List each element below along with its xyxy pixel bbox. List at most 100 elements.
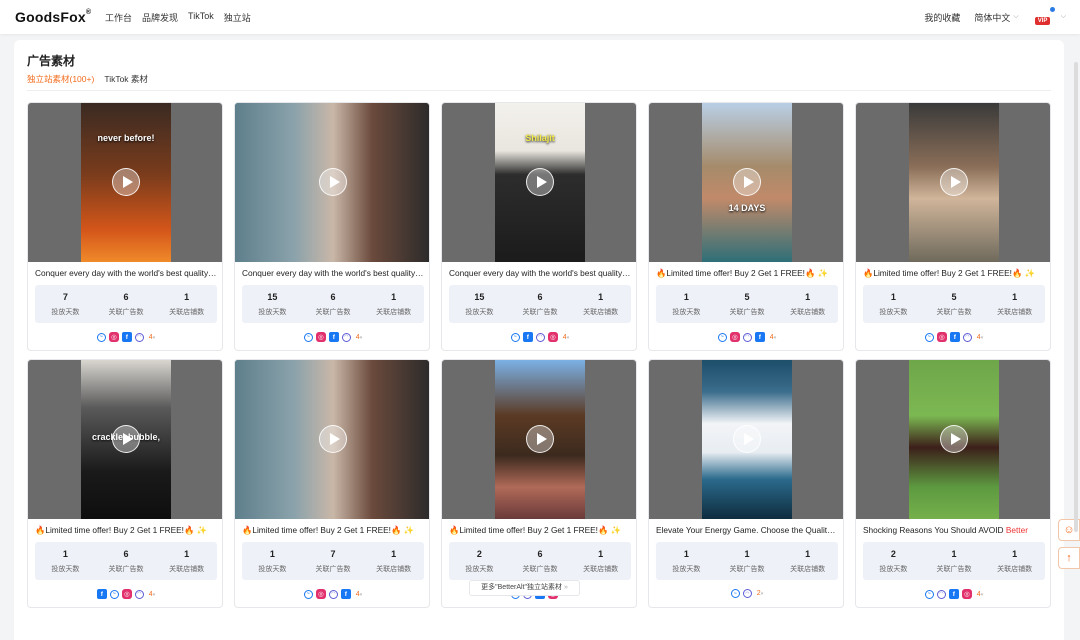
card-title[interactable]: Elevate Your Energy Game. Choose the Qua… xyxy=(656,525,839,535)
card-title[interactable]: 🔥Limited time offer! Buy 2 Get 1 FREE!🔥 … xyxy=(863,268,1046,279)
platform-count[interactable]: 4▾ xyxy=(977,334,983,341)
platform-count[interactable]: 4▾ xyxy=(356,334,362,341)
tab-independent-site-materials[interactable]: 独立站素材(100+) xyxy=(27,73,95,91)
play-icon[interactable] xyxy=(526,168,554,196)
account-chevron-down-icon[interactable]: ⌵ xyxy=(1061,13,1066,21)
chevron-down-icon: ▾ xyxy=(773,334,777,341)
nav-workbench[interactable]: 工作台 xyxy=(105,11,132,24)
stat-shops: 1 关联店铺数 xyxy=(156,285,217,323)
nav-brand-discovery[interactable]: 品牌发现 xyxy=(142,11,178,24)
more-materials-button[interactable]: 更多"BetterAlt"独立站素材 » xyxy=(469,580,580,596)
stat-days-value: 2 xyxy=(890,549,896,559)
play-icon[interactable] xyxy=(526,425,554,453)
card-title[interactable]: 🔥Limited time offer! Buy 2 Get 1 FREE!🔥 … xyxy=(656,268,839,279)
video-thumbnail[interactable] xyxy=(856,360,1050,519)
card-title[interactable]: Conquer every day with the world's best … xyxy=(242,268,425,278)
stat-ads: 6 关联广告数 xyxy=(96,285,157,323)
audience-icon: ◠ xyxy=(742,589,752,598)
ad-card[interactable]: Conquer every day with the world's best … xyxy=(234,102,430,351)
platform-count[interactable]: 4▾ xyxy=(977,591,983,598)
goodsfox-logo[interactable]: GoodsFox® xyxy=(15,9,91,25)
favorites-link[interactable]: 我的收藏 xyxy=(924,11,960,24)
card-title-text: Conquer every day with the world's best … xyxy=(242,268,425,278)
play-icon[interactable] xyxy=(319,425,347,453)
play-icon[interactable] xyxy=(112,425,140,453)
avatar[interactable]: VIP xyxy=(1034,7,1057,25)
stat-shops: 1 关联店铺数 xyxy=(984,285,1045,323)
ad-card[interactable]: crackle, bubble, 🔥Limited time offer! Bu… xyxy=(27,359,223,608)
video-thumbnail[interactable]: Shilajit xyxy=(442,103,636,262)
video-thumbnail[interactable]: crackle, bubble, xyxy=(28,360,222,519)
double-chevron-right-icon: » xyxy=(563,584,568,591)
ad-card[interactable]: 🔥Limited time offer! Buy 2 Get 1 FREE!🔥 … xyxy=(234,359,430,608)
card-title[interactable]: 🔥Limited time offer! Buy 2 Get 1 FREE!🔥 … xyxy=(35,525,218,536)
stat-ads-label: 关联广告数 xyxy=(522,566,558,573)
language-selector[interactable]: 简体中文 ⌵ xyxy=(974,11,1018,24)
video-thumbnail[interactable]: never before! xyxy=(28,103,222,262)
ad-card[interactable]: Shocking Reasons You Should AVOID Better… xyxy=(855,359,1051,608)
video-thumbnail[interactable] xyxy=(442,360,636,519)
card-title[interactable]: Shocking Reasons You Should AVOID Better xyxy=(863,525,1046,535)
ad-card[interactable]: Shilajit Conquer every day with the worl… xyxy=(441,102,637,351)
back-to-top-icon[interactable]: ↑ xyxy=(1058,547,1080,569)
video-thumbnail[interactable] xyxy=(235,360,429,519)
chevron-down-icon: ▾ xyxy=(152,591,156,598)
page-scrollbar[interactable] xyxy=(1074,62,1078,532)
platform-icons: ~ f ◠ ◎ 4▾ xyxy=(442,332,636,342)
card-title-text: 🔥Limited time offer! Buy 2 Get 1 FREE!🔥 … xyxy=(863,268,1035,278)
audience-icon: ◠ xyxy=(936,589,946,599)
play-icon[interactable] xyxy=(112,168,140,196)
platform-count[interactable]: 2▾ xyxy=(757,590,763,597)
card-title-text: 🔥Limited time offer! Buy 2 Get 1 FREE!🔥 … xyxy=(656,268,828,278)
platform-count[interactable]: 4▾ xyxy=(770,334,776,341)
stat-days-label: 投放天数 xyxy=(879,566,908,573)
audience-icon: ◠ xyxy=(341,332,351,342)
play-icon[interactable] xyxy=(319,168,347,196)
chevron-down-icon: ▾ xyxy=(980,334,984,341)
stat-shops-value: 1 xyxy=(1012,549,1018,559)
stat-days-label: 投放天数 xyxy=(465,309,494,316)
platform-count[interactable]: 4▾ xyxy=(563,334,569,341)
nav-independent-site[interactable]: 独立站 xyxy=(224,11,251,24)
card-title-text: 🔥Limited time offer! Buy 2 Get 1 FREE!🔥 … xyxy=(242,525,414,535)
ad-card[interactable]: never before! Conquer every day with the… xyxy=(27,102,223,351)
stat-ads-label: 关联广告数 xyxy=(108,566,144,573)
ad-card[interactable]: 🔥Limited time offer! Buy 2 Get 1 FREE!🔥 … xyxy=(441,359,637,608)
chevron-down-icon: ▾ xyxy=(980,591,984,598)
card-title[interactable]: Conquer every day with the world's best … xyxy=(449,268,632,278)
ad-card[interactable]: 14 DAYS 🔥Limited time offer! Buy 2 Get 1… xyxy=(648,102,844,351)
video-thumbnail[interactable]: 14 DAYS xyxy=(649,103,843,262)
video-thumbnail[interactable] xyxy=(649,360,843,519)
notification-dot xyxy=(1049,7,1055,12)
card-title[interactable]: 🔥Limited time offer! Buy 2 Get 1 FREE!🔥 … xyxy=(449,525,632,536)
tab-tiktok-materials[interactable]: TikTok 素材 xyxy=(104,73,148,91)
play-icon[interactable] xyxy=(940,425,968,453)
platform-count[interactable]: 4▾ xyxy=(149,591,155,598)
platform-icons: ~ ◎ ◠ f 4▾ xyxy=(235,589,429,599)
ad-card[interactable]: 🔥Limited time offer! Buy 2 Get 1 FREE!🔥 … xyxy=(855,102,1051,351)
card-stats: 2 投放天数 6 关联广告数 1 关联店铺数 xyxy=(449,542,631,580)
chevron-down-icon: ▾ xyxy=(359,591,363,598)
stat-days: 15 投放天数 xyxy=(242,285,303,323)
stat-ads-value: 7 xyxy=(330,549,336,559)
stat-ads-label: 关联广告数 xyxy=(522,309,558,316)
platform-count[interactable]: 4▾ xyxy=(356,591,362,598)
play-icon[interactable] xyxy=(733,425,761,453)
play-icon[interactable] xyxy=(733,168,761,196)
thumbnail-caption: Shilajit xyxy=(525,133,555,143)
card-title[interactable]: 🔥Limited time offer! Buy 2 Get 1 FREE!🔥 … xyxy=(242,525,425,536)
stat-shops-value: 1 xyxy=(391,549,397,559)
chevron-down-icon: ▾ xyxy=(152,334,156,341)
ad-card[interactable]: Elevate Your Energy Game. Choose the Qua… xyxy=(648,359,844,608)
platform-count[interactable]: 4▾ xyxy=(149,334,155,341)
messenger-icon: ~ xyxy=(730,589,740,598)
platform-icons: ~ ◎ f ◠ 4▾ xyxy=(235,332,429,342)
play-icon[interactable] xyxy=(940,168,968,196)
instagram-icon: ◎ xyxy=(121,589,132,599)
card-title[interactable]: Conquer every day with the world's best … xyxy=(35,268,218,278)
video-thumbnail[interactable] xyxy=(235,103,429,262)
stat-days-label: 投放天数 xyxy=(465,566,494,573)
video-thumbnail[interactable] xyxy=(856,103,1050,262)
facebook-icon: f xyxy=(522,332,533,342)
nav-tiktok[interactable]: TikTok xyxy=(188,11,214,24)
